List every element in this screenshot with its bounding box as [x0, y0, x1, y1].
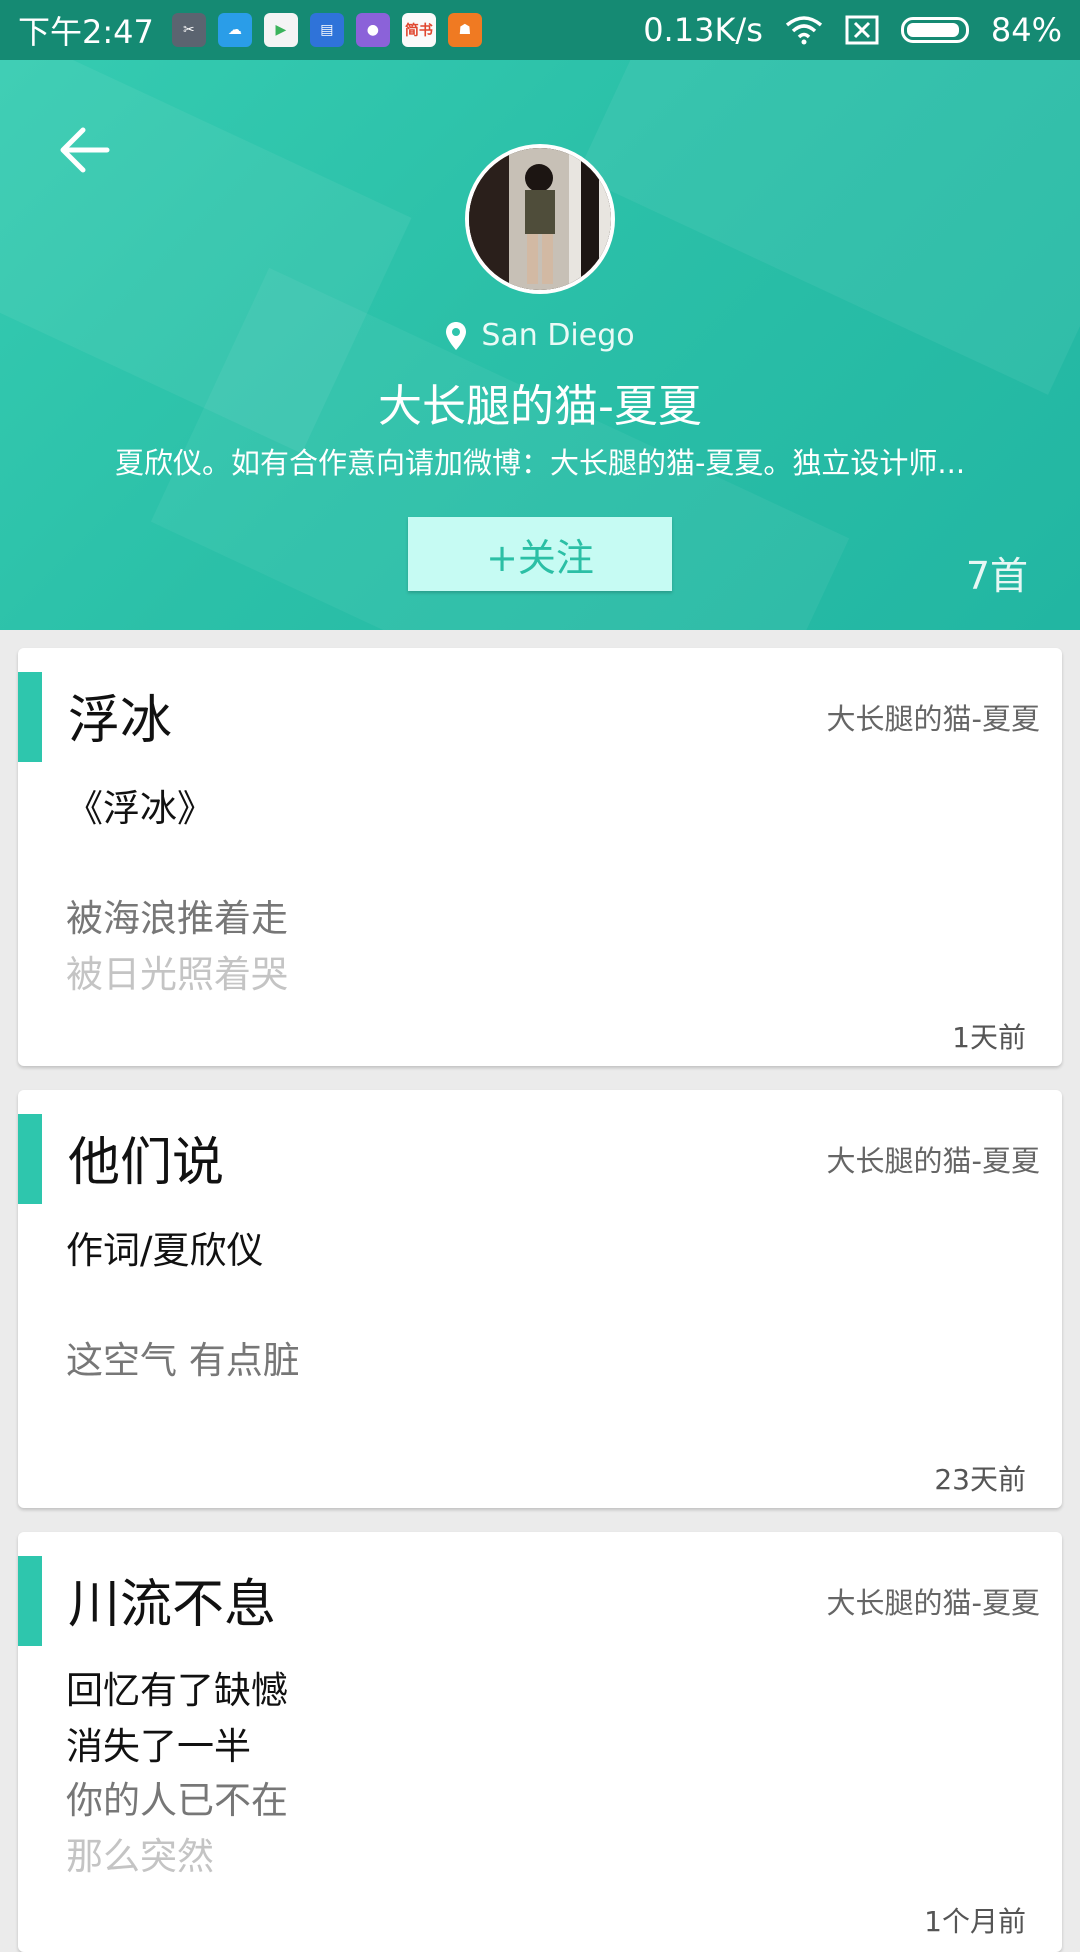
arrow-left-icon	[60, 127, 110, 173]
song-author: 大长腿的猫-夏夏	[826, 702, 1040, 736]
follow-button[interactable]: +关注	[408, 517, 672, 591]
wifi-icon	[785, 15, 823, 45]
profile-header: San Diego 大长腿的猫-夏夏 夏欣仪。如有合作意向请加微博：大长腿的猫-…	[0, 60, 1080, 630]
song-time: 1天前	[952, 1021, 1026, 1054]
lyric-line: 那么突然	[66, 1835, 214, 1878]
back-button[interactable]	[50, 115, 120, 185]
lyric-line: 这空气 有点脏	[66, 1339, 300, 1382]
song-time: 1个月前	[924, 1905, 1026, 1938]
card-accent-bar	[18, 1114, 42, 1204]
location-pin-icon	[446, 321, 467, 350]
play-store-icon: ▶	[263, 13, 298, 47]
lyric-line: 回忆有了缺憾	[66, 1669, 288, 1712]
song-card[interactable]: 川流不息 大长腿的猫-夏夏 回忆有了缺憾 消失了一半 你的人已不在 那么突然 1…	[18, 1532, 1062, 1952]
card-accent-bar	[18, 1556, 42, 1646]
notification-icons: ✂ ☁ ▶ ▤ ● 简书 ☗	[171, 13, 482, 47]
lyric-line: 被海浪推着走	[66, 897, 288, 940]
song-card[interactable]: 他们说 大长腿的猫-夏夏 作词/夏欣仪 这空气 有点脏 23天前	[18, 1090, 1062, 1508]
song-time: 23天前	[934, 1463, 1026, 1496]
profile-bio: 夏欣仪。如有合作意向请加微博：大长腿的猫-夏夏。独立设计师...	[114, 446, 966, 480]
song-count: 7首	[965, 554, 1028, 598]
song-title: 川流不息	[68, 1575, 277, 1635]
profile-name: 大长腿的猫-夏夏	[378, 381, 702, 432]
location-text: San Diego	[481, 318, 635, 353]
lyric-line: 《浮冰》	[66, 787, 214, 830]
location: San Diego	[0, 318, 1080, 353]
song-author: 大长腿的猫-夏夏	[826, 1144, 1040, 1178]
jianshu-app-icon: 简书	[401, 13, 436, 47]
battery-percent: 84%	[990, 11, 1062, 49]
network-speed: 0.13K/s	[643, 11, 763, 49]
circle-app-icon: ●	[355, 13, 390, 47]
lyric-line: 你的人已不在	[66, 1779, 288, 1822]
song-card[interactable]: 浮冰 大长腿的猫-夏夏 《浮冰》 被海浪推着走 被日光照着哭 1天前	[18, 648, 1062, 1066]
lyric-line: 作词/夏欣仪	[66, 1229, 264, 1272]
card-accent-bar	[18, 672, 42, 762]
song-author: 大长腿的猫-夏夏	[826, 1586, 1040, 1620]
battery-icon	[900, 17, 969, 43]
status-time: 下午2:47	[18, 13, 154, 51]
lyric-line: 被日光照着哭	[66, 953, 288, 996]
scissor-app-icon: ✂	[171, 13, 206, 47]
status-bar: 下午2:47 ✂ ☁ ▶ ▤ ● 简书 ☗ 0.13K/s 84%	[0, 0, 1080, 60]
store-app-icon: ☗	[447, 13, 482, 47]
cloud-app-icon: ☁	[217, 13, 252, 47]
news-app-icon: ▤	[309, 13, 344, 47]
song-title: 浮冰	[68, 691, 173, 751]
lyric-line: 消失了一半	[66, 1725, 251, 1768]
song-title: 他们说	[68, 1133, 225, 1193]
avatar[interactable]	[465, 144, 615, 294]
no-sim-icon	[845, 15, 879, 45]
